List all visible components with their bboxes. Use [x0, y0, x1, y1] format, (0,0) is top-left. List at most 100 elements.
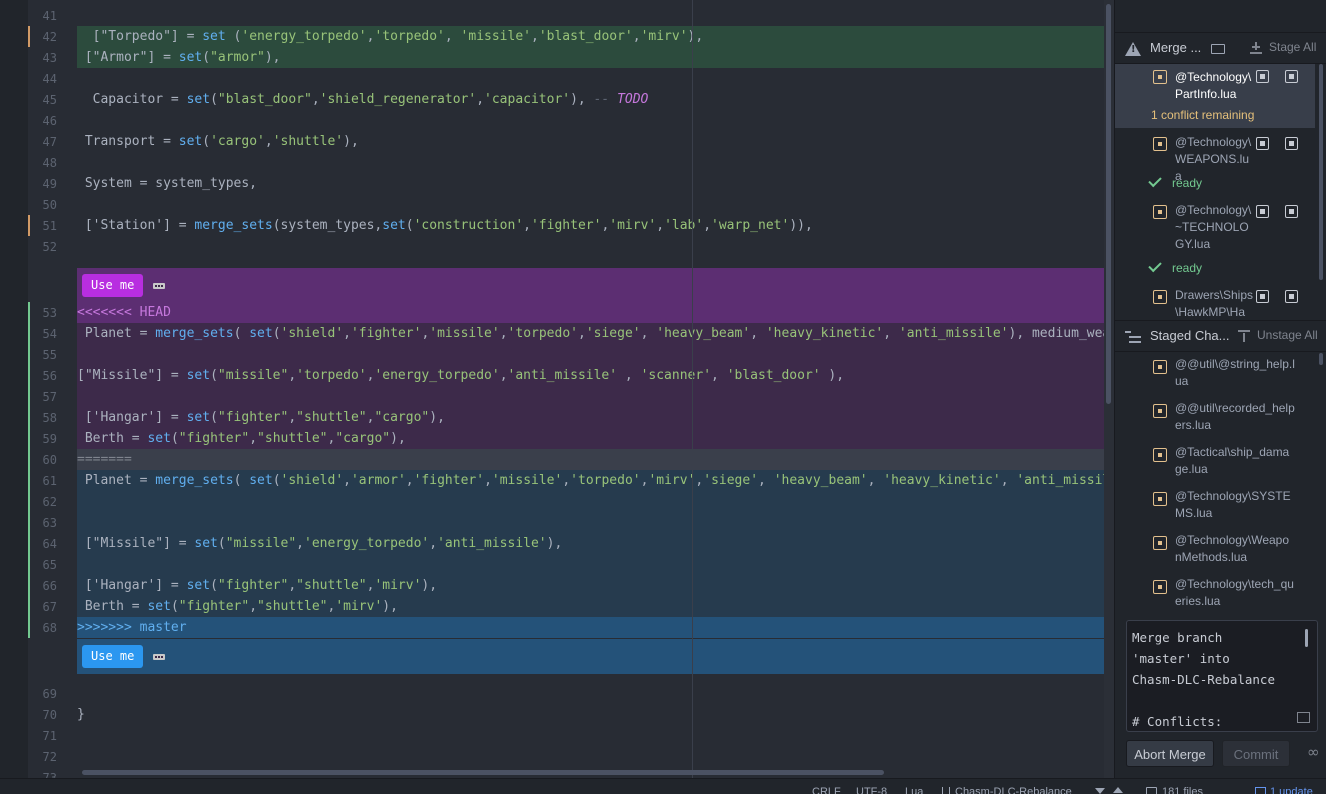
gutter-line[interactable]: 44	[28, 68, 77, 89]
gutter-line[interactable]: 60	[28, 449, 77, 470]
code-line[interactable]: Transport = set('cargo','shuttle'),	[77, 131, 1104, 152]
code-line[interactable]: ['Hangar'] = set("fighter","shuttle","ca…	[77, 407, 1104, 428]
code-area[interactable]: Use me Use me ["Torpedo"] = set ('energy…	[77, 0, 1104, 778]
staged-list-scrollbar[interactable]	[1319, 353, 1323, 365]
merge-list-scrollbar[interactable]	[1319, 64, 1323, 280]
code-line[interactable]	[77, 110, 1104, 131]
gutter-line[interactable]: 58	[28, 407, 77, 428]
grammar-indicator[interactable]: Lua	[905, 786, 923, 794]
push-icon[interactable]	[1113, 787, 1123, 793]
code-line[interactable]	[77, 152, 1104, 173]
merge-conflicts-header[interactable]: Merge ... Stage All	[1115, 32, 1326, 64]
commit-options-icon[interactable]: ∞	[1307, 743, 1320, 761]
gutter-line[interactable]: 69	[28, 683, 77, 704]
code-line[interactable]: ['Hangar'] = set("fighter","shuttle",'mi…	[77, 575, 1104, 596]
file-count[interactable]: 181 files	[1162, 786, 1203, 794]
ellipsis-icon[interactable]	[153, 654, 165, 660]
use-ours-button[interactable]: Use me	[82, 274, 144, 297]
gutter-line[interactable]: 48	[28, 152, 77, 173]
code-line[interactable]	[77, 344, 1104, 365]
gutter-line[interactable]: 53	[28, 302, 77, 323]
gutter-line[interactable]: 56	[28, 365, 77, 386]
code-line[interactable]: Berth = set("fighter","shuttle",'mirv'),	[77, 596, 1104, 617]
code-line[interactable]: Planet = merge_sets( set('shield','fight…	[77, 323, 1104, 344]
gutter-line[interactable]: 54	[28, 323, 77, 344]
gutter-line[interactable]: 41	[28, 5, 77, 26]
open-file-icon[interactable]	[1256, 205, 1269, 218]
code-line[interactable]	[77, 512, 1104, 533]
code-line[interactable]	[77, 725, 1104, 746]
open-file-icon[interactable]	[1256, 137, 1269, 150]
vertical-scrollbar[interactable]	[1106, 4, 1111, 404]
staged-file-item[interactable]: @Technology\SYSTEMS.lua	[1115, 486, 1315, 530]
gutter-line[interactable]: 62	[28, 491, 77, 512]
merge-conflict-item[interactable]: Drawers\Ships\HawkMP\Ha	[1115, 280, 1315, 319]
abort-merge-button[interactable]: Abort Merge	[1126, 740, 1214, 767]
horizontal-scrollbar[interactable]	[82, 770, 884, 775]
gutter-line[interactable]: 42	[28, 26, 77, 47]
commit-button[interactable]: Commit	[1222, 740, 1290, 767]
collapse-toggle-icon[interactable]	[1211, 44, 1225, 54]
code-line[interactable]	[77, 386, 1104, 407]
commit-editor-scrollbar[interactable]	[1305, 629, 1308, 647]
gutter-line[interactable]: 51	[28, 215, 77, 236]
code-line[interactable]	[77, 5, 1104, 26]
gutter-line[interactable]: 71	[28, 725, 77, 746]
commit-message-editor[interactable]: Merge branch 'master' into Chasm-DLC-Reb…	[1126, 620, 1318, 732]
stage-all-button[interactable]: Stage All	[1269, 40, 1316, 54]
merge-conflict-item[interactable]: @Technology\WEAPONS.lua ready	[1115, 128, 1315, 196]
gutter-line[interactable]: 43	[28, 47, 77, 68]
code-line[interactable]: ['Station'] = merge_sets(system_types,se…	[77, 215, 1104, 236]
code-line[interactable]: <<<<<<< HEAD	[77, 302, 1104, 323]
gutter-line[interactable]: 47	[28, 131, 77, 152]
ellipsis-icon[interactable]	[153, 283, 165, 289]
stage-file-icon[interactable]	[1285, 205, 1298, 218]
commit-message-text[interactable]: Merge branch 'master' into Chasm-DLC-Reb…	[1132, 627, 1302, 731]
merge-conflict-item[interactable]: @Technology\PartInfo.lua 1 conflict remai…	[1115, 64, 1315, 128]
code-line[interactable]	[77, 491, 1104, 512]
expand-editor-icon[interactable]	[1297, 712, 1310, 723]
code-line[interactable]: ["Missile"] = set("missile",'torpedo','e…	[77, 365, 1104, 386]
gutter-line[interactable]: 52	[28, 236, 77, 257]
gutter-line[interactable]: 57	[28, 386, 77, 407]
gutter-line[interactable]: 49	[28, 173, 77, 194]
merge-conflict-item[interactable]: @Technology\~TECHNOLOGY.lua ready	[1115, 196, 1315, 280]
code-line[interactable]	[77, 683, 1104, 704]
stage-file-icon[interactable]	[1285, 290, 1298, 303]
update-indicator[interactable]: 1 update	[1270, 786, 1313, 794]
code-line[interactable]	[77, 554, 1104, 575]
gutter-line[interactable]: 61	[28, 470, 77, 491]
code-line[interactable]: ["Torpedo"] = set ('energy_torpedo','tor…	[77, 26, 1104, 47]
staged-file-item[interactable]: @Technology\tech_queries.lua	[1115, 574, 1315, 618]
staged-file-item[interactable]: @@util\recorded_helpers.lua	[1115, 398, 1315, 442]
staged-changes-header[interactable]: Staged Cha... Unstage All	[1115, 320, 1326, 352]
code-line[interactable]: =======	[77, 449, 1104, 470]
gutter-line[interactable]: 63	[28, 512, 77, 533]
gutter-line[interactable]: 50	[28, 194, 77, 215]
code-line[interactable]	[77, 746, 1104, 767]
code-line[interactable]: Planet = merge_sets( set('shield','armor…	[77, 470, 1104, 491]
gutter-line[interactable]: 45	[28, 89, 77, 110]
stage-file-icon[interactable]	[1285, 137, 1298, 150]
gutter-line[interactable]: 73	[28, 767, 77, 778]
code-line[interactable]: System = system_types,	[77, 173, 1104, 194]
gutter-line[interactable]: 67	[28, 596, 77, 617]
gutter-line[interactable]: 72	[28, 746, 77, 767]
branch-indicator[interactable]: Chasm-DLC-Rebalance	[955, 786, 1072, 794]
gutter-line[interactable]: 59	[28, 428, 77, 449]
use-theirs-button[interactable]: Use me	[82, 645, 144, 668]
code-line[interactable]: ["Missile"] = set("missile",'energy_torp…	[77, 533, 1104, 554]
code-line[interactable]: ["Armor"] = set("armor"),	[77, 47, 1104, 68]
unstage-all-button[interactable]: Unstage All	[1257, 328, 1318, 342]
code-line[interactable]	[77, 236, 1104, 257]
open-file-icon[interactable]	[1256, 70, 1269, 83]
staged-file-item[interactable]: @@util\@string_help.lua	[1115, 354, 1315, 398]
code-line[interactable]: >>>>>>> master	[77, 617, 1104, 638]
fetch-icon[interactable]	[1095, 788, 1105, 794]
code-line[interactable]	[77, 68, 1104, 89]
stage-file-icon[interactable]	[1285, 70, 1298, 83]
gutter-line[interactable]: 66	[28, 575, 77, 596]
gutter-line[interactable]: 70	[28, 704, 77, 725]
gutter-line[interactable]: 65	[28, 554, 77, 575]
code-line[interactable]	[77, 194, 1104, 215]
